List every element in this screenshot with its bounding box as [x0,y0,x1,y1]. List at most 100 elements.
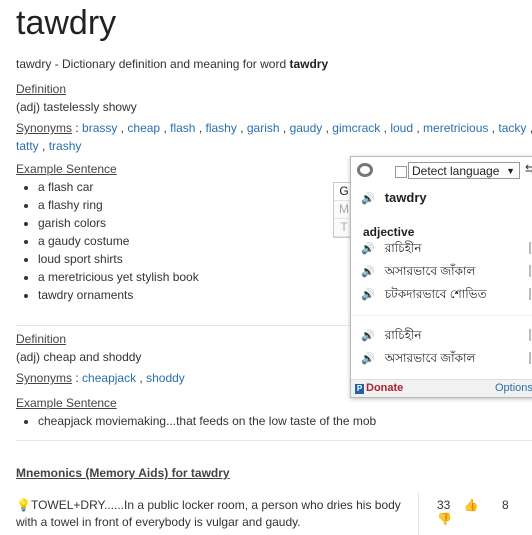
example-label: Example Sentence [16,396,117,410]
example-item: a gaudy costume [38,232,199,250]
synonym-separator: , [322,121,333,135]
synonym-separator: , [136,371,147,385]
sense-2-examples: Example Sentence cheapjack moviemaking..… [16,394,376,430]
example-label: Example Sentence [16,162,117,176]
translation-text: অসারভাবে জাঁকাল [384,351,476,365]
synonym-link[interactable]: flashy [206,121,237,135]
example-item: a flashy ring [38,196,199,214]
speaker-icon[interactable]: 🔊 [361,266,375,278]
synonym-separator: , [38,139,49,153]
synonym-link[interactable]: tatty [16,139,39,153]
vertical-divider [418,493,419,535]
lightbulb-icon: 💡 [16,498,31,512]
options-link[interactable]: Options [495,382,532,394]
example-item: a meretricious yet stylish book [38,268,199,286]
synonym-separator: , [160,121,171,135]
synonyms-separator: : [72,371,83,385]
synonym-separator: , [488,121,499,135]
example-item: cheapjack moviemaking...that feeds on th… [38,412,376,430]
synonym-link[interactable]: tacky [498,121,526,135]
synonym-link[interactable]: cheap [127,121,160,135]
translation-text: অসারভাবে জাঁকাল [384,264,476,278]
definition-label: Definition [16,82,67,96]
sense-1-synonyms: Synonyms : brassy , cheap , flash , flas… [16,119,532,155]
vote-controls: 33 👍 8 👎 [437,498,532,526]
translator-popup: Detect language ▼ ⇆ 🔊 tawdry adjective 🔊 র… [350,156,532,398]
translator-logo-icon[interactable] [357,163,373,177]
speaker-icon[interactable]: 🔊 [361,353,375,365]
popup-toolbar: Detect language ▼ ⇆ [351,157,532,185]
synonym-link[interactable]: shoddy [146,371,185,385]
synonym-link[interactable]: gimcrack [332,121,380,135]
translation-row[interactable]: 🔊 অসারভাবে জাঁকাল [361,350,532,370]
definition-text: (adj) tastelessly showy [16,100,137,114]
synonyms-label: Synonyms [16,121,73,135]
speaker-icon[interactable]: 🔊 [361,243,375,255]
synonyms-label: Synonyms [16,371,73,385]
popup-footer: P Donate Options [351,379,532,397]
synonym-separator: , [279,121,290,135]
page-title: tawdry [16,4,117,42]
frequency-bar [529,242,531,254]
synonym-link[interactable]: cheapjack [82,371,136,385]
swap-icon[interactable]: ⇆ [525,162,532,176]
definition-label: Definition [16,332,67,346]
language-select[interactable]: Detect language ▼ [408,162,520,179]
popup-word-text: tawdry [384,190,427,205]
translation-row[interactable]: 🔊 চটকদারভাবে শোভিত [361,286,532,306]
language-checkbox[interactable] [395,166,407,178]
speaker-icon[interactable]: 🔊 [361,289,375,301]
translation-text: রাচিহীন [384,328,422,342]
translation-row[interactable]: 🔊 অসারভাবে জাঁকাল [361,263,532,283]
downvote-count: 8 [502,498,509,512]
example-item: garish colors [38,214,199,232]
speaker-icon[interactable]: 🔊 [361,193,375,205]
example-item: a flash car [38,178,199,196]
translation-row[interactable]: 🔊 রাচিহীন [361,327,532,347]
popup-word: 🔊 tawdry [361,190,427,205]
example-list: a flash cara flashy ringgarish colorsa g… [16,178,199,304]
speaker-icon[interactable]: 🔊 [361,330,375,342]
chevron-down-icon: ▼ [506,166,515,176]
translation-text: চটকদারভাবে শোভিত [384,287,487,301]
frequency-bar [529,265,531,277]
mnemonic-text: TOWEL+DRY......In a public locker room, … [16,498,401,529]
frequency-bar [529,288,531,300]
translation-row[interactable]: 🔊 রাচিহীন [361,240,532,260]
subtitle-text: tawdry - Dictionary definition and meani… [16,57,290,71]
synonym-link[interactable]: trashy [49,139,82,153]
popup-separator [351,315,532,316]
upvote-button[interactable]: 33 👍 [437,498,489,512]
part-of-speech: adjective [363,225,415,239]
synonym-separator: , [413,121,424,135]
frequency-bar [529,329,531,341]
synonym-link[interactable]: meretricious [423,121,488,135]
synonym-link[interactable]: flash [170,121,195,135]
divider [16,440,532,441]
donate-label: Donate [366,382,404,394]
thumbs-up-icon: 👍 [463,498,479,512]
synonym-link[interactable]: gaudy [290,121,323,135]
synonym-link[interactable]: loud [390,121,413,135]
synonym-separator: , [380,121,391,135]
synonym-separator: , [195,121,206,135]
upvote-count: 33 [437,498,451,512]
translation-text: রাচিহীন [384,241,422,255]
synonym-link[interactable]: brassy [82,121,117,135]
donate-button[interactable]: P Donate [355,382,403,394]
language-select-value: Detect language [412,164,500,178]
synonym-separator: , [526,121,532,135]
paypal-icon: P [355,384,364,394]
mnemonic-entry: 💡TOWEL+DRY......In a public locker room,… [16,497,406,531]
sense-2-synonyms: Synonyms : cheapjack , shoddy [16,369,185,387]
thumbs-down-icon: 👎 [437,512,452,526]
synonym-separator: , [236,121,247,135]
example-list: cheapjack moviemaking...that feeds on th… [16,412,376,430]
example-item: tawdry ornaments [38,286,199,304]
synonyms-separator: : [72,121,83,135]
subtitle-word: tawdry [289,57,329,71]
definition-text: (adj) cheap and shoddy [16,350,142,364]
synonym-link[interactable]: garish [247,121,280,135]
mnemonics-heading[interactable]: Mnemonics (Memory Aids) for tawdry [16,466,230,480]
sense-2-definition: Definition (adj) cheap and shoddy [16,330,141,366]
